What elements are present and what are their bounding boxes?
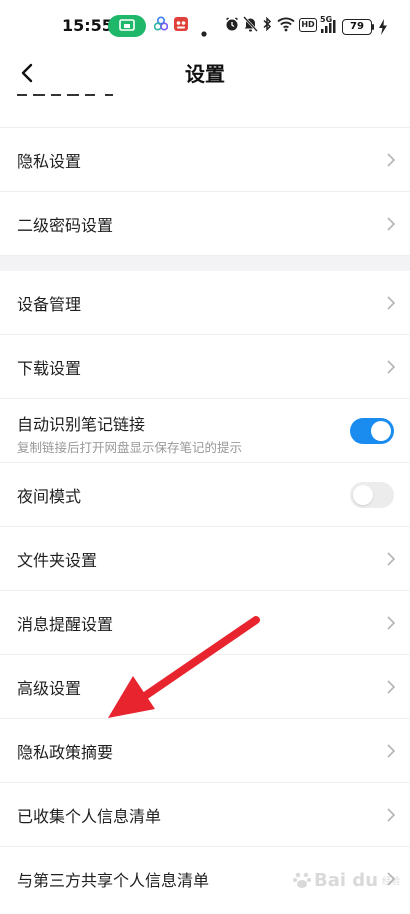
alarm-icon bbox=[224, 16, 240, 36]
night-mode-toggle[interactable] bbox=[350, 481, 394, 508]
battery-tip bbox=[372, 24, 374, 30]
page-title: 设置 bbox=[185, 62, 225, 86]
dot-icon bbox=[201, 22, 207, 41]
row-advanced-settings[interactable]: 高级设置 bbox=[0, 655, 410, 719]
chevron-right-icon bbox=[387, 807, 396, 822]
baidu-watermark: Bai du 经验 bbox=[292, 862, 404, 898]
bluetooth-icon bbox=[262, 16, 272, 36]
row-label: 高级设置 bbox=[17, 678, 82, 698]
row-label: 隐私政策摘要 bbox=[17, 742, 114, 762]
app-clover-icon bbox=[153, 16, 169, 36]
screen-cast-icon bbox=[108, 15, 146, 37]
paw-icon bbox=[293, 872, 311, 888]
row-night-mode: 夜间模式 bbox=[0, 463, 410, 527]
network-label: 5G bbox=[320, 15, 333, 24]
row-label: 下载设置 bbox=[17, 358, 82, 378]
row-privacy-settings[interactable]: 隐私设置 bbox=[0, 128, 410, 192]
wifi-icon bbox=[277, 16, 295, 36]
settings-list: 隐私设置 二级密码设置 设备管理 下载设置 自动识别笔记链接 复制链接后打开网盘… bbox=[0, 94, 410, 911]
section-divider bbox=[0, 256, 410, 271]
row-auto-detect-note-links: 自动识别笔记链接 复制链接后打开网盘显示保存笔记的提示 bbox=[0, 399, 410, 463]
chevron-right-icon bbox=[387, 295, 396, 310]
charging-icon bbox=[378, 19, 388, 39]
chevron-right-icon bbox=[387, 551, 396, 566]
chevron-right-icon bbox=[387, 152, 396, 167]
row-label: 文件夹设置 bbox=[17, 550, 98, 570]
nav-header: 设置 bbox=[0, 52, 410, 94]
chevron-right-icon bbox=[387, 743, 396, 758]
mute-bell-icon bbox=[243, 16, 258, 36]
status-time: 15:55 bbox=[62, 16, 113, 35]
watermark-sub: 经验 bbox=[382, 876, 401, 887]
row-folder-settings[interactable]: 文件夹设置 bbox=[0, 527, 410, 591]
row-label: 设备管理 bbox=[17, 294, 82, 314]
row-privacy-policy-summary[interactable]: 隐私政策摘要 bbox=[0, 719, 410, 783]
row-secondary-password[interactable]: 二级密码设置 bbox=[0, 192, 410, 256]
chevron-right-icon bbox=[387, 615, 396, 630]
row-sublabel: 复制链接后打开网盘显示保存笔记的提示 bbox=[17, 440, 243, 455]
auto-detect-toggle[interactable] bbox=[350, 417, 394, 444]
signal-5g-icon: 5G bbox=[320, 15, 336, 39]
chevron-right-icon bbox=[387, 679, 396, 694]
row-device-management[interactable]: 设备管理 bbox=[0, 271, 410, 335]
partially-hidden-row bbox=[0, 94, 410, 128]
app-red-badge-icon bbox=[173, 16, 189, 36]
row-label: 消息提醒设置 bbox=[17, 614, 114, 634]
partially-hidden-row-text bbox=[17, 94, 127, 103]
row-label: 已收集个人信息清单 bbox=[17, 806, 162, 826]
row-message-reminder[interactable]: 消息提醒设置 bbox=[0, 591, 410, 655]
status-bar: 15:55 HD 5G 79 bbox=[0, 0, 410, 52]
row-download-settings[interactable]: 下载设置 bbox=[0, 335, 410, 399]
hd-icon: HD bbox=[299, 18, 317, 32]
battery-indicator: 79 bbox=[342, 19, 372, 35]
watermark-text: Bai du bbox=[314, 869, 379, 891]
row-label: 夜间模式 bbox=[17, 486, 82, 506]
row-collected-info-list[interactable]: 已收集个人信息清单 bbox=[0, 783, 410, 847]
chevron-right-icon bbox=[387, 359, 396, 374]
row-label: 自动识别笔记链接 bbox=[17, 415, 146, 434]
row-label: 隐私设置 bbox=[17, 151, 82, 171]
chevron-right-icon bbox=[387, 216, 396, 231]
row-label: 二级密码设置 bbox=[17, 215, 114, 235]
row-label: 与第三方共享个人信息清单 bbox=[17, 871, 210, 890]
toggle-knob bbox=[371, 420, 391, 441]
toggle-knob bbox=[353, 484, 373, 505]
